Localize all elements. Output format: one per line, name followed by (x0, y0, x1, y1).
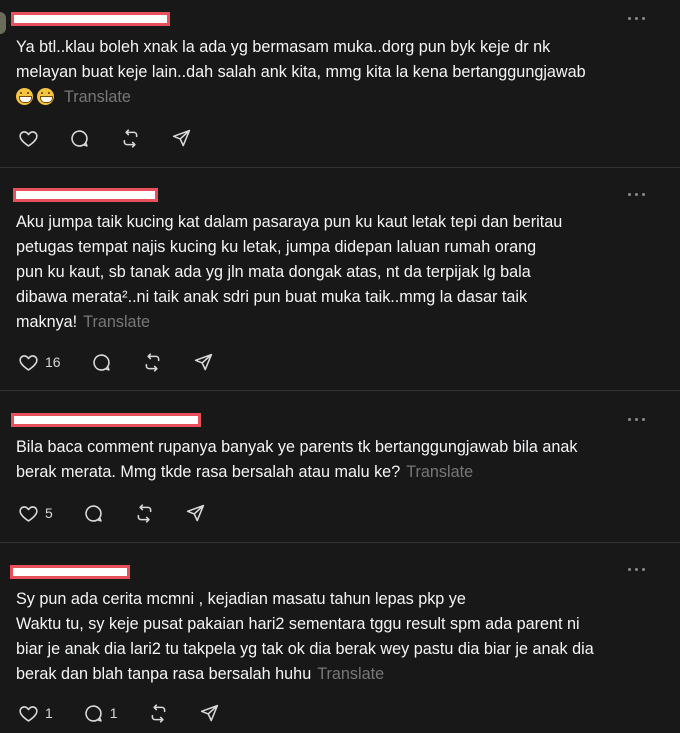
reply-button[interactable]: 1 (83, 703, 118, 724)
share-button[interactable] (185, 503, 206, 524)
heart-icon (19, 505, 38, 522)
reply-button[interactable] (83, 503, 104, 524)
heart-icon (19, 354, 38, 371)
action-bar: 1 1 (18, 702, 250, 724)
share-icon (186, 504, 204, 521)
translate-link[interactable]: Translate (83, 313, 150, 331)
avatar[interactable] (0, 12, 6, 34)
reply-text: Sy pun ada cerita mcmni , kejadian masat… (16, 590, 594, 683)
reply-count: 1 (109, 705, 118, 721)
like-count: 5 (45, 505, 53, 521)
redacted-username (10, 565, 130, 579)
action-bar: 5 (18, 502, 236, 524)
repost-button[interactable] (142, 352, 163, 373)
action-bar (18, 127, 222, 149)
like-count: 1 (45, 705, 53, 721)
action-bar: 16 (18, 351, 244, 373)
reply-text: Ya btl..klau boleh xnak la ada yg bermas… (16, 38, 586, 106)
heart-icon (19, 705, 38, 722)
translate-link[interactable]: Translate (64, 88, 131, 106)
repost-icon (137, 503, 152, 523)
grinning-emoji-icon (37, 88, 54, 105)
reply-text: Bila baca comment rupanya banyak ye pare… (16, 438, 578, 481)
like-button[interactable] (18, 128, 39, 149)
thread-reply: Bila baca comment rupanya banyak ye pare… (0, 391, 680, 543)
comment-icon (71, 129, 88, 147)
comment-icon (92, 353, 110, 371)
more-options-icon[interactable] (628, 16, 646, 22)
redacted-username (11, 413, 201, 427)
thread-reply: Ya btl..klau boleh xnak la ada yg bermas… (0, 0, 680, 168)
more-options-icon[interactable] (628, 417, 646, 423)
repost-icon (123, 128, 138, 148)
more-options-icon[interactable] (628, 567, 646, 573)
like-button[interactable]: 1 (18, 703, 53, 724)
reply-text: Aku jumpa taik kucing kat dalam pasaraya… (16, 213, 563, 331)
comment-icon (85, 704, 102, 722)
more-options-icon[interactable] (628, 192, 646, 198)
repost-icon (151, 703, 166, 723)
redacted-username (13, 188, 158, 202)
share-icon (200, 704, 218, 721)
reply-button[interactable] (91, 352, 112, 373)
repost-button[interactable] (134, 503, 155, 524)
thread-reply: Aku jumpa taik kucing kat dalam pasaraya… (0, 168, 680, 391)
heart-icon (19, 130, 38, 147)
redacted-username (11, 12, 170, 26)
share-icon (172, 129, 191, 146)
reply-button[interactable] (69, 128, 90, 149)
translate-link[interactable]: Translate (406, 463, 473, 481)
like-button[interactable]: 16 (18, 352, 61, 373)
repost-icon (145, 352, 159, 372)
comment-icon (85, 504, 102, 522)
like-count: 16 (45, 354, 61, 370)
repost-button[interactable] (148, 703, 169, 724)
grinning-emoji-icon (16, 88, 33, 105)
share-button[interactable] (193, 352, 214, 373)
share-button[interactable] (199, 703, 220, 724)
translate-link[interactable]: Translate (317, 665, 384, 683)
share-button[interactable] (171, 128, 192, 149)
share-icon (194, 353, 212, 370)
thread-reply: Sy pun ada cerita mcmni , kejadian masat… (0, 543, 680, 733)
repost-button[interactable] (120, 128, 141, 149)
like-button[interactable]: 5 (18, 503, 53, 524)
